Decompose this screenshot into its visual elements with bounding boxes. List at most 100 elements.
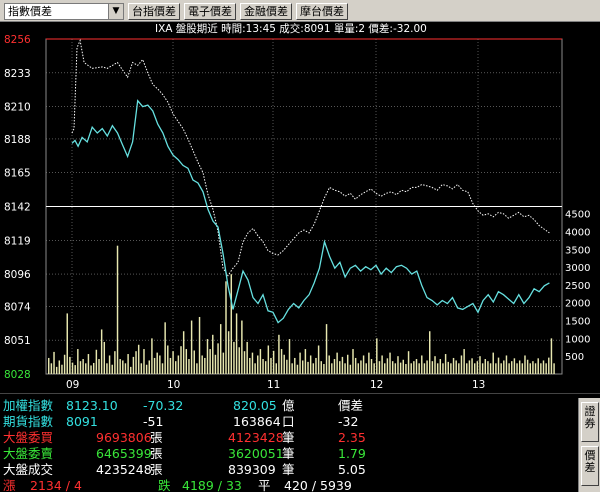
volume-bar	[296, 364, 299, 374]
volume-bar	[418, 363, 420, 374]
row-label: 大盤委賣	[3, 446, 54, 461]
volume-bar	[495, 363, 497, 374]
volume-bar	[286, 359, 288, 374]
volume-bar	[373, 363, 375, 374]
volume-bar	[278, 334, 280, 374]
bid-row: 大盤委買 9693806 張 4123428 筆 2.35	[0, 430, 580, 446]
app-window: 指數價差 ▼ 台指價差 電子價差 金融價差 摩台價差 8256 8233 8210 8…	[0, 0, 600, 492]
volume-bar	[492, 352, 494, 374]
volume-bar	[384, 363, 386, 374]
volume-bar	[410, 363, 412, 374]
volume-bar	[450, 363, 452, 374]
volume-tick-label: 4000	[565, 227, 590, 238]
volume-bar	[513, 358, 516, 374]
volume-bar	[151, 338, 153, 374]
volume-bar	[317, 345, 320, 374]
y-tick-label: 8119	[4, 235, 31, 247]
msci-spread-button[interactable]: 摩台價差	[296, 3, 348, 20]
volume-bar	[341, 356, 344, 374]
volume-bar	[376, 338, 378, 374]
volume-bar	[331, 363, 333, 374]
ask-ratio: 1.79	[338, 446, 366, 461]
volume-bar	[135, 351, 137, 374]
volume-bar	[344, 363, 346, 374]
volume-bar	[415, 359, 418, 374]
volume-bar	[458, 363, 460, 374]
volume-tick-label: 1000	[565, 334, 590, 345]
volume-bar	[53, 351, 55, 374]
trade-row: 大盤成交 4235248 張 839309 筆 5.05	[0, 462, 580, 478]
tab-securities[interactable]: 證券	[581, 402, 599, 442]
volume-bar	[444, 354, 447, 374]
volume-bar	[108, 355, 111, 374]
volume-bar	[164, 322, 166, 374]
futures-unit: 口	[282, 414, 295, 429]
volume-bar	[156, 352, 158, 374]
volume-bar	[82, 359, 84, 374]
volume-bar	[100, 329, 103, 374]
volume-bar	[500, 363, 502, 374]
price-series	[71, 38, 550, 324]
volume-bar	[177, 355, 180, 374]
volume-bar	[161, 363, 164, 374]
futures-line	[71, 99, 550, 324]
y-tick-label: 8142	[4, 202, 31, 214]
electronics-spread-button[interactable]: 電子價差	[184, 3, 236, 20]
volume-bar	[360, 360, 362, 374]
index-select-value: 指數價差	[8, 5, 52, 18]
volume-bar	[169, 357, 172, 374]
volume-bar	[508, 363, 510, 374]
volume-tick-label: 500	[565, 352, 584, 363]
toolbar: 指數價差 ▼ 台指價差 電子價差 金融價差 摩台價差	[0, 0, 600, 22]
volume-bar	[77, 349, 79, 374]
volume-bar	[209, 349, 211, 374]
taiex-change: -70.32	[143, 398, 184, 413]
y-tick-label: 8074	[4, 301, 31, 313]
volume-bar	[434, 356, 436, 374]
x-tick-label: 09	[66, 379, 79, 391]
y-tick-label: 8233	[4, 68, 31, 80]
chart-title: IXA 盤股期近 時間:13:45 成交:8091 單量:2 價差:-32.00	[155, 22, 427, 35]
index-select[interactable]: 指數價差 ▼	[4, 3, 124, 20]
volume-bar	[503, 360, 505, 374]
volume-bar	[175, 361, 177, 374]
futures-row: 期貨指數 8091 -51 163864 口 -32	[0, 414, 580, 430]
volume-bar	[532, 361, 534, 374]
volume-bar	[323, 364, 325, 374]
volume-bar	[283, 354, 285, 374]
x-tick-label: 12	[370, 379, 383, 391]
bid-count-unit: 筆	[282, 430, 295, 445]
volume-bar	[516, 363, 518, 374]
volume-bar	[399, 362, 402, 374]
volume-bar	[336, 352, 338, 374]
volume-bar	[328, 355, 330, 374]
volume-bar	[71, 362, 74, 374]
volume-bar	[230, 274, 233, 374]
volume-bar	[127, 354, 129, 374]
taiex-spread-button[interactable]: 台指價差	[128, 3, 180, 20]
chevron-down-icon[interactable]: ▼	[108, 4, 123, 19]
volume-bar	[537, 358, 539, 374]
volume-bar	[193, 350, 195, 374]
volume-tick-label: 4500	[565, 210, 590, 221]
trade-volume: 4235248	[96, 462, 152, 477]
volume-bar	[389, 352, 391, 374]
volume-bar	[460, 355, 463, 374]
volume-bar	[553, 363, 555, 374]
volume-bar	[180, 346, 182, 374]
volume-bar	[153, 357, 156, 374]
trade-count-unit: 筆	[282, 462, 295, 477]
tab-spread[interactable]: 價差	[581, 446, 599, 486]
volume-bar	[452, 357, 455, 374]
volume-bar	[489, 363, 492, 374]
volume-bar	[196, 363, 198, 374]
volume-bar	[402, 359, 404, 374]
volume-bar	[357, 363, 360, 374]
volume-bar	[429, 331, 431, 374]
volume-bar	[145, 364, 148, 374]
y-tick-label: 8165	[4, 168, 31, 180]
volume-bar	[291, 363, 293, 374]
volume-bar	[103, 341, 106, 374]
finance-spread-button[interactable]: 金融價差	[240, 3, 292, 20]
volume-bar	[442, 363, 444, 374]
